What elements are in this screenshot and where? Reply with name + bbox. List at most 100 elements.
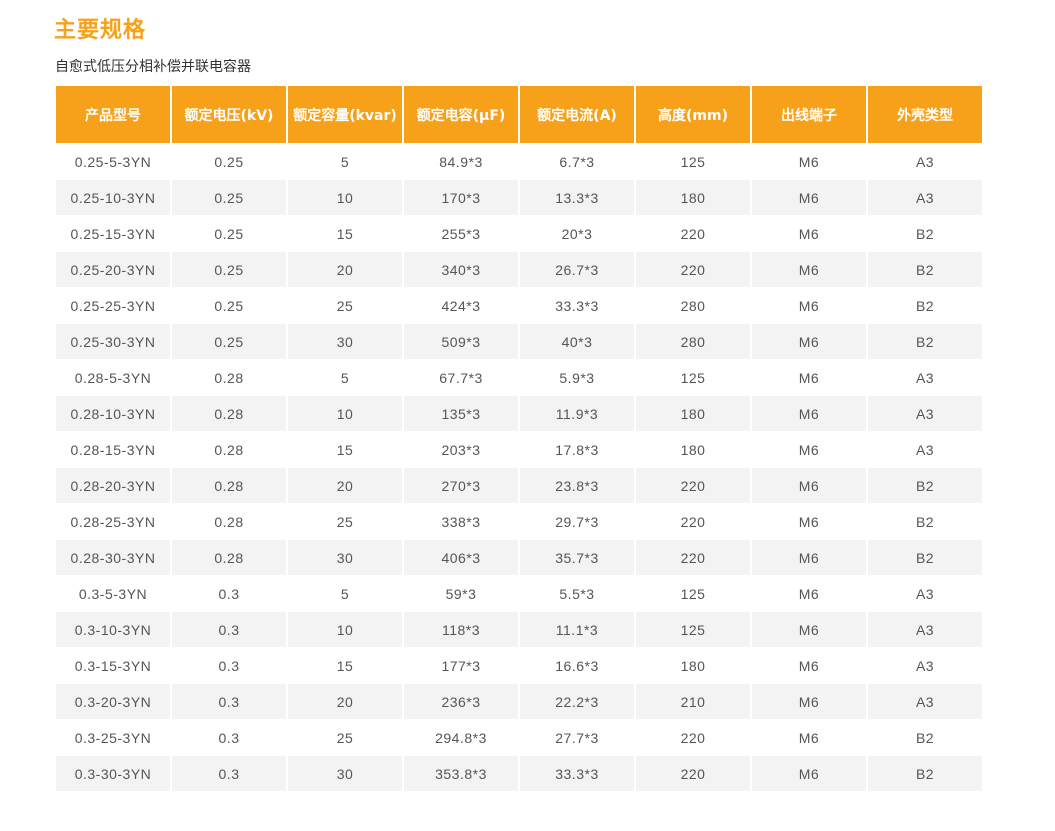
cell-current: 22.2*3 bbox=[520, 684, 634, 719]
cell-case-type: B2 bbox=[868, 468, 982, 503]
cell-capacity: 20 bbox=[288, 252, 402, 287]
header-capacity: 额定容量(kvar) bbox=[288, 86, 402, 143]
cell-case-type: A3 bbox=[868, 684, 982, 719]
header-case-type: 外壳类型 bbox=[868, 86, 982, 143]
cell-case-type: A3 bbox=[868, 180, 982, 215]
table-row: 0.25-25-3YN 0.25 25 424*3 33.3*3 280 M6 B2 bbox=[56, 288, 982, 323]
header-height: 高度(mm) bbox=[636, 86, 750, 143]
cell-capacity: 20 bbox=[288, 684, 402, 719]
cell-height: 220 bbox=[636, 720, 750, 755]
header-current: 额定电流(A) bbox=[520, 86, 634, 143]
cell-height: 220 bbox=[636, 756, 750, 791]
cell-capacitance: 203*3 bbox=[404, 432, 518, 467]
cell-terminal: M6 bbox=[752, 648, 866, 683]
cell-voltage: 0.28 bbox=[172, 468, 286, 503]
cell-height: 220 bbox=[636, 540, 750, 575]
cell-capacitance: 353.8*3 bbox=[404, 756, 518, 791]
cell-capacitance: 340*3 bbox=[404, 252, 518, 287]
cell-voltage: 0.25 bbox=[172, 252, 286, 287]
cell-voltage: 0.3 bbox=[172, 648, 286, 683]
cell-capacitance: 118*3 bbox=[404, 612, 518, 647]
cell-height: 220 bbox=[636, 216, 750, 251]
cell-model: 0.25-25-3YN bbox=[56, 288, 170, 323]
cell-case-type: B2 bbox=[868, 324, 982, 359]
cell-capacitance: 406*3 bbox=[404, 540, 518, 575]
cell-case-type: A3 bbox=[868, 144, 982, 179]
cell-model: 0.25-10-3YN bbox=[56, 180, 170, 215]
cell-current: 35.7*3 bbox=[520, 540, 634, 575]
cell-height: 180 bbox=[636, 648, 750, 683]
cell-terminal: M6 bbox=[752, 576, 866, 611]
cell-case-type: A3 bbox=[868, 576, 982, 611]
cell-case-type: B2 bbox=[868, 252, 982, 287]
cell-capacity: 5 bbox=[288, 576, 402, 611]
cell-voltage: 0.28 bbox=[172, 504, 286, 539]
table-row: 0.25-15-3YN 0.25 15 255*3 20*3 220 M6 B2 bbox=[56, 216, 982, 251]
cell-terminal: M6 bbox=[752, 252, 866, 287]
table-header-row: 产品型号 额定电压(kV) 额定容量(kvar) 额定电容(μF) 额定电流(A… bbox=[56, 86, 982, 143]
cell-height: 180 bbox=[636, 396, 750, 431]
spec-table: 产品型号 额定电压(kV) 额定容量(kvar) 额定电容(μF) 额定电流(A… bbox=[54, 85, 984, 792]
cell-capacitance: 270*3 bbox=[404, 468, 518, 503]
cell-height: 125 bbox=[636, 360, 750, 395]
cell-voltage: 0.28 bbox=[172, 396, 286, 431]
cell-terminal: M6 bbox=[752, 432, 866, 467]
cell-capacity: 25 bbox=[288, 288, 402, 323]
cell-current: 27.7*3 bbox=[520, 720, 634, 755]
cell-capacity: 30 bbox=[288, 324, 402, 359]
table-row: 0.3-5-3YN 0.3 5 59*3 5.5*3 125 M6 A3 bbox=[56, 576, 982, 611]
cell-terminal: M6 bbox=[752, 396, 866, 431]
cell-model: 0.3-10-3YN bbox=[56, 612, 170, 647]
cell-model: 0.3-5-3YN bbox=[56, 576, 170, 611]
cell-current: 26.7*3 bbox=[520, 252, 634, 287]
cell-voltage: 0.3 bbox=[172, 720, 286, 755]
cell-height: 220 bbox=[636, 468, 750, 503]
cell-capacitance: 84.9*3 bbox=[404, 144, 518, 179]
cell-current: 11.1*3 bbox=[520, 612, 634, 647]
cell-capacitance: 509*3 bbox=[404, 324, 518, 359]
cell-voltage: 0.25 bbox=[172, 180, 286, 215]
cell-capacitance: 294.8*3 bbox=[404, 720, 518, 755]
cell-height: 180 bbox=[636, 180, 750, 215]
cell-capacity: 20 bbox=[288, 468, 402, 503]
table-row: 0.28-15-3YN 0.28 15 203*3 17.8*3 180 M6 A3 bbox=[56, 432, 982, 467]
cell-voltage: 0.25 bbox=[172, 324, 286, 359]
cell-current: 5.5*3 bbox=[520, 576, 634, 611]
cell-height: 180 bbox=[636, 432, 750, 467]
cell-capacitance: 135*3 bbox=[404, 396, 518, 431]
cell-capacitance: 424*3 bbox=[404, 288, 518, 323]
cell-case-type: B2 bbox=[868, 756, 982, 791]
cell-case-type: B2 bbox=[868, 720, 982, 755]
cell-height: 125 bbox=[636, 144, 750, 179]
cell-model: 0.25-15-3YN bbox=[56, 216, 170, 251]
cell-model: 0.25-5-3YN bbox=[56, 144, 170, 179]
cell-height: 280 bbox=[636, 288, 750, 323]
table-row: 0.28-5-3YN 0.28 5 67.7*3 5.9*3 125 M6 A3 bbox=[56, 360, 982, 395]
header-voltage: 额定电压(kV) bbox=[172, 86, 286, 143]
cell-model: 0.3-25-3YN bbox=[56, 720, 170, 755]
cell-current: 33.3*3 bbox=[520, 756, 634, 791]
cell-capacitance: 338*3 bbox=[404, 504, 518, 539]
cell-current: 17.8*3 bbox=[520, 432, 634, 467]
cell-terminal: M6 bbox=[752, 216, 866, 251]
table-row: 0.3-15-3YN 0.3 15 177*3 16.6*3 180 M6 A3 bbox=[56, 648, 982, 683]
cell-capacitance: 67.7*3 bbox=[404, 360, 518, 395]
cell-current: 16.6*3 bbox=[520, 648, 634, 683]
table-row: 0.28-25-3YN 0.28 25 338*3 29.7*3 220 M6 B2 bbox=[56, 504, 982, 539]
cell-terminal: M6 bbox=[752, 720, 866, 755]
cell-voltage: 0.25 bbox=[172, 144, 286, 179]
cell-capacity: 10 bbox=[288, 396, 402, 431]
cell-current: 20*3 bbox=[520, 216, 634, 251]
cell-model: 0.28-5-3YN bbox=[56, 360, 170, 395]
table-row: 0.28-10-3YN 0.28 10 135*3 11.9*3 180 M6 A3 bbox=[56, 396, 982, 431]
cell-capacity: 10 bbox=[288, 612, 402, 647]
cell-voltage: 0.28 bbox=[172, 432, 286, 467]
cell-terminal: M6 bbox=[752, 144, 866, 179]
cell-voltage: 0.25 bbox=[172, 288, 286, 323]
cell-case-type: A3 bbox=[868, 612, 982, 647]
cell-case-type: A3 bbox=[868, 360, 982, 395]
cell-capacitance: 255*3 bbox=[404, 216, 518, 251]
cell-voltage: 0.3 bbox=[172, 684, 286, 719]
header-capacitance: 额定电容(μF) bbox=[404, 86, 518, 143]
cell-height: 210 bbox=[636, 684, 750, 719]
